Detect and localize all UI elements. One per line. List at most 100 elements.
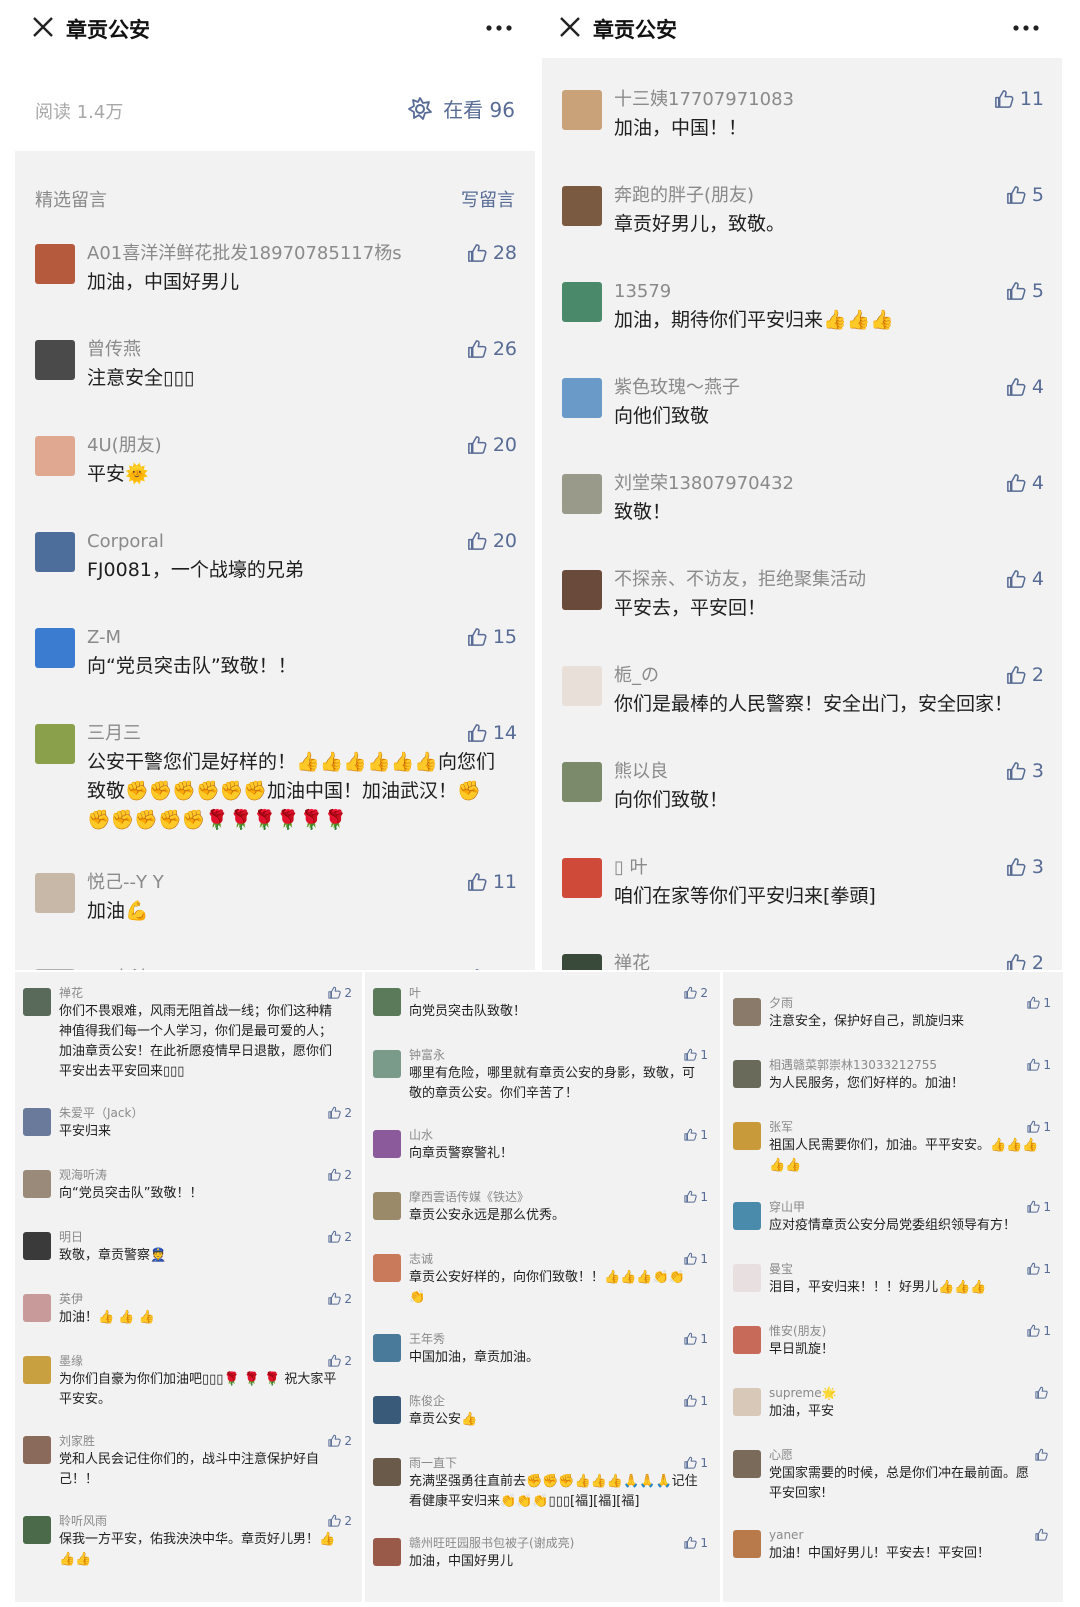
like-button[interactable]: 2 (1005, 952, 1044, 970)
like-button[interactable]: 1 (1026, 1120, 1051, 1134)
avatar[interactable] (562, 474, 602, 514)
comment-text: 章贡好男儿，致敬。 (614, 213, 786, 235)
avatar[interactable] (23, 1294, 51, 1322)
avatar[interactable] (35, 873, 75, 913)
avatar[interactable] (562, 90, 602, 130)
avatar[interactable] (23, 1516, 51, 1544)
like-button[interactable]: 20 (466, 530, 517, 552)
avatar[interactable] (23, 1170, 51, 1198)
like-button[interactable]: 10 (466, 967, 517, 970)
like-button[interactable]: 4 (1005, 568, 1044, 590)
like-button[interactable]: 26 (466, 338, 517, 360)
like-button[interactable]: 2 (327, 1354, 352, 1368)
avatar[interactable] (373, 1334, 401, 1362)
avatar[interactable] (35, 436, 75, 476)
like-button[interactable]: 1 (1026, 996, 1051, 1010)
like-button[interactable]: 11 (466, 871, 517, 893)
avatar[interactable] (733, 1122, 761, 1150)
avatar[interactable] (733, 998, 761, 1026)
like-button[interactable]: 28 (466, 242, 517, 264)
like-button[interactable]: 2 (327, 1106, 352, 1120)
avatar[interactable] (35, 244, 75, 284)
like-button[interactable]: 4 (1005, 376, 1044, 398)
thumb-up-icon (1027, 1262, 1041, 1275)
avatar[interactable] (562, 570, 602, 610)
like-button[interactable]: 4 (1005, 472, 1044, 494)
like-button[interactable]: 3 (1005, 856, 1044, 878)
like-button[interactable]: 2 (1005, 664, 1044, 686)
avatar[interactable] (373, 1458, 401, 1486)
like-button[interactable]: 20 (466, 434, 517, 456)
avatar[interactable] (733, 1202, 761, 1230)
avatar[interactable] (373, 1254, 401, 1282)
avatar[interactable] (23, 1232, 51, 1260)
avatar[interactable] (373, 1130, 401, 1158)
close-icon[interactable] (30, 14, 56, 40)
like-button[interactable]: 1 (683, 1252, 708, 1266)
avatar[interactable] (733, 1264, 761, 1292)
avatar[interactable] (35, 969, 75, 970)
like-button[interactable]: 1 (1026, 1058, 1051, 1072)
avatar[interactable] (733, 1060, 761, 1088)
thumb-up-icon (1007, 953, 1026, 970)
like-button[interactable]: 2 (327, 1168, 352, 1182)
write-comment-link[interactable]: 写留言 (461, 186, 515, 212)
avatar[interactable] (562, 282, 602, 322)
like-button[interactable]: 3 (1005, 760, 1044, 782)
avatar[interactable] (733, 1530, 761, 1558)
like-button[interactable]: 1 (683, 1456, 708, 1470)
like-button[interactable] (1034, 1448, 1051, 1462)
like-button[interactable]: 1 (683, 1128, 708, 1142)
avatar[interactable] (373, 1050, 401, 1078)
like-button[interactable] (1034, 1528, 1051, 1542)
like-button[interactable]: 14 (466, 722, 517, 744)
like-button[interactable]: 1 (683, 1332, 708, 1346)
like-button[interactable]: 2 (327, 986, 352, 1000)
like-button[interactable]: 2 (327, 1514, 352, 1528)
like-button[interactable]: 1 (1026, 1200, 1051, 1214)
avatar[interactable] (562, 666, 602, 706)
like-button[interactable]: 2 (327, 1230, 352, 1244)
like-button[interactable]: 5 (1005, 184, 1044, 206)
avatar[interactable] (733, 1388, 761, 1416)
like-button[interactable]: 1 (683, 1536, 708, 1550)
avatar[interactable] (35, 628, 75, 668)
avatar[interactable] (35, 724, 75, 764)
avatar[interactable] (562, 858, 602, 898)
avatar[interactable] (562, 186, 602, 226)
avatar[interactable] (373, 988, 401, 1016)
avatar[interactable] (562, 762, 602, 802)
like-button[interactable]: 15 (466, 626, 517, 648)
like-count: 4 (1031, 472, 1044, 494)
avatar[interactable] (23, 1108, 51, 1136)
avatar[interactable] (35, 340, 75, 380)
like-button[interactable]: 2 (683, 986, 708, 1000)
avatar[interactable] (373, 1192, 401, 1220)
avatar[interactable] (373, 1396, 401, 1424)
avatar[interactable] (23, 1356, 51, 1384)
avatar[interactable] (733, 1450, 761, 1478)
avatar[interactable] (373, 1538, 401, 1566)
close-icon[interactable] (557, 14, 583, 40)
like-button[interactable]: 5 (1005, 280, 1044, 302)
avatar[interactable] (35, 532, 75, 572)
more-dots-icon[interactable] (1012, 24, 1040, 32)
like-button[interactable]: 1 (683, 1048, 708, 1062)
like-button[interactable]: 1 (683, 1394, 708, 1408)
avatar[interactable] (23, 1436, 51, 1464)
like-button[interactable]: 1 (683, 1190, 708, 1204)
like-button[interactable] (1034, 1386, 1051, 1400)
avatar[interactable] (23, 988, 51, 1016)
like-button[interactable]: 2 (327, 1292, 352, 1306)
like-button[interactable]: 11 (993, 88, 1044, 110)
like-button[interactable]: 1 (1026, 1324, 1051, 1338)
like-button[interactable]: 2 (327, 1434, 352, 1448)
avatar[interactable] (733, 1326, 761, 1354)
seeing-button[interactable]: 在看 96 (407, 94, 515, 123)
avatar[interactable] (562, 378, 602, 418)
commenter-name: 聆听风雨 (59, 1514, 108, 1528)
like-count: 1 (1043, 1262, 1051, 1276)
like-button[interactable]: 1 (1026, 1262, 1051, 1276)
more-dots-icon[interactable] (485, 24, 513, 32)
avatar[interactable] (562, 954, 602, 970)
